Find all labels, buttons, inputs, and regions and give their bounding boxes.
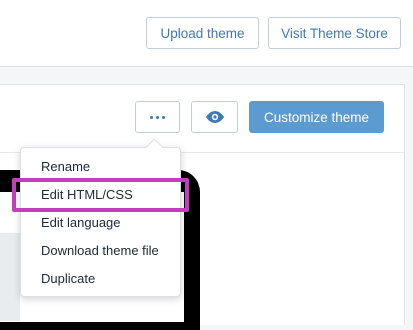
ellipsis-icon — [150, 115, 153, 119]
theme-actions-dropdown: Rename Edit HTML/CSS Edit language Downl… — [20, 138, 181, 297]
theme-preview-sidebar — [0, 233, 20, 321]
customize-theme-button[interactable]: Customize theme — [249, 101, 384, 133]
menu-item-download-theme-file[interactable]: Download theme file — [41, 243, 159, 258]
top-bar: Upload theme Visit Theme Store — [0, 0, 413, 67]
ellipsis-icon — [156, 115, 159, 119]
menu-item-rename[interactable]: Rename — [41, 159, 90, 174]
preview-button[interactable] — [191, 101, 238, 133]
menu-item-duplicate[interactable]: Duplicate — [41, 271, 95, 286]
ellipsis-icon — [162, 115, 165, 119]
menu-item-edit-language[interactable]: Edit language — [41, 215, 121, 230]
upload-theme-button[interactable]: Upload theme — [146, 17, 259, 49]
more-actions-button[interactable] — [135, 101, 180, 133]
highlight-box — [12, 178, 189, 212]
visit-theme-store-button[interactable]: Visit Theme Store — [268, 17, 401, 49]
eye-icon — [205, 111, 224, 123]
